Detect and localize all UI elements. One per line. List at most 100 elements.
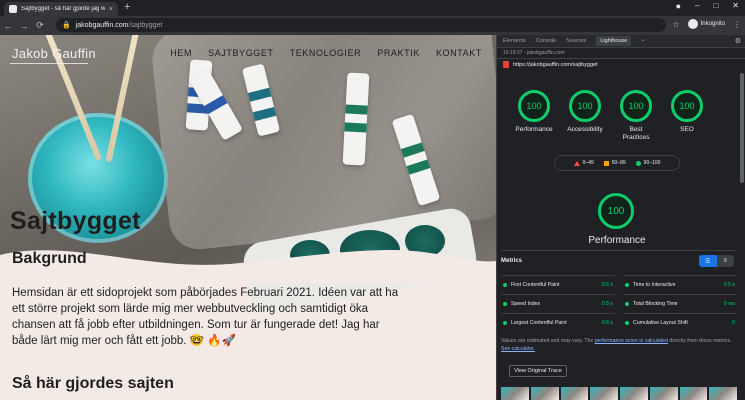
website-viewport: Jakob Gauffin HEM SAJTBYGGET TEKNOLOGIER… — [0, 35, 496, 400]
profile-icon[interactable]: ● — [676, 1, 681, 11]
address-bar[interactable]: 🔒 jakobgauffin.com/sajtbygget — [56, 18, 666, 32]
incognito-badge[interactable]: Inkognito — [687, 19, 725, 29]
score-seo[interactable]: 100 SEO — [668, 90, 706, 142]
legend-fail-label: 0–49 — [582, 160, 594, 166]
legend-pass-label: 90–100 — [643, 160, 661, 166]
score-gauge: 100 — [671, 90, 703, 122]
menu-item-sajtbygget[interactable]: SAJTBYGGET — [208, 48, 274, 58]
legend-average-label: 50–89 — [611, 160, 626, 166]
metric-value: 0.5 s — [723, 282, 735, 288]
more-tabs-icon[interactable]: » — [641, 38, 644, 44]
bookmark-star-icon[interactable]: ☆ — [672, 20, 679, 29]
tab-title: Sajtbygget - så här gjorde jag w — [21, 6, 105, 12]
score-label: Best Practices — [622, 126, 650, 141]
metric-value: 0 ms — [723, 301, 735, 307]
browser-toolbar: ← → ⟳ 🔒 jakobgauffin.com/sajtbygget ☆ In… — [0, 16, 745, 35]
pass-dot-icon — [625, 302, 629, 306]
minimize-button[interactable]: – — [695, 1, 699, 11]
lighthouse-url-row: https://jakobgauffin.com/sajtbygget — [497, 59, 745, 70]
pass-dot-icon — [503, 321, 507, 325]
devtools-settings-icon[interactable]: ⚙ — [735, 37, 741, 45]
metric-cls: Cumulative Layout Shift 0 — [623, 313, 737, 332]
score-performance[interactable]: 100 Performance — [515, 90, 553, 142]
site-logo[interactable]: Jakob Gauffin — [12, 46, 96, 61]
list-view-icon[interactable]: ☰ — [699, 255, 717, 267]
tab-console[interactable]: Console — [536, 38, 556, 44]
lighthouse-icon — [503, 61, 509, 68]
score-gauges: 100 Performance 100 Accessibility 100 Be… — [515, 90, 706, 142]
metric-value: 0 — [732, 320, 735, 326]
metric-value: 0.6 s — [601, 320, 613, 326]
filmstrip-frame — [501, 387, 529, 400]
filmstrip-frame — [590, 387, 618, 400]
filmstrip — [501, 387, 737, 400]
forward-button[interactable]: → — [16, 21, 32, 31]
score-gauge: 100 — [518, 90, 550, 122]
devtools-panel: Elements Console Sources Lighthouse » ⚙ … — [496, 35, 745, 400]
close-window-button[interactable]: ✕ — [732, 1, 739, 11]
score-gauge: 100 — [620, 90, 652, 122]
metric-name: Largest Contentful Paint — [511, 320, 567, 326]
metric-tti: Time to Interactive 0.5 s — [623, 275, 737, 294]
metric-name: First Contentful Paint — [511, 282, 560, 288]
score-legend: 0–49 50–89 90–100 — [554, 155, 680, 171]
devtools-tabs: Elements Console Sources Lighthouse » ⚙ — [497, 35, 745, 48]
metric-value: 0.5 s — [601, 282, 613, 288]
menu-item-kontakt[interactable]: KONTAKT — [436, 48, 482, 58]
lock-icon[interactable]: 🔒 — [62, 21, 71, 29]
window-controls: ● – □ ✕ — [676, 1, 739, 11]
tab-elements[interactable]: Elements — [503, 38, 526, 44]
filmstrip-frame — [620, 387, 648, 400]
new-tab-button[interactable]: + — [124, 1, 130, 13]
site-menu: HEM SAJTBYGGET TEKNOLOGIER PRAKTIK KONTA… — [170, 48, 482, 58]
menu-item-teknologier[interactable]: TEKNOLOGIER — [290, 48, 362, 58]
legend-fail: 0–49 — [573, 160, 594, 166]
score-best-practices[interactable]: 100 Best Practices — [617, 90, 655, 142]
tab-sources[interactable]: Sources — [566, 38, 586, 44]
filmstrip-frame — [679, 387, 708, 400]
score-accessibility[interactable]: 100 Accessibility — [566, 90, 604, 142]
site-navbar: Jakob Gauffin HEM SAJTBYGGET TEKNOLOGIER… — [0, 43, 496, 65]
report-selector[interactable]: 19:19:37 - jakobgauffin.com — [503, 50, 565, 56]
url-host: jakobgauffin.com — [75, 21, 129, 29]
tab-favicon-icon — [9, 5, 17, 13]
reload-button[interactable]: ⟳ — [32, 20, 48, 31]
performance-gauge: 100 — [598, 193, 634, 229]
section-heading-bakgrund: Bakgrund — [12, 250, 87, 267]
triangle-icon — [573, 160, 580, 166]
url-text: jakobgauffin.com/sajtbygget — [76, 22, 163, 29]
note-mid: directly from these metrics. — [667, 338, 732, 344]
score-label: SEO — [680, 126, 694, 133]
legend-average: 50–89 — [603, 160, 626, 166]
calculator-link[interactable]: See calculator. — [501, 346, 535, 352]
view-original-trace-button[interactable]: View Original Trace — [509, 365, 567, 377]
devtools-scrollbar[interactable] — [740, 73, 744, 183]
back-button[interactable]: ← — [0, 21, 16, 31]
score-calculation-link[interactable]: performance score is calculated — [595, 338, 668, 344]
tab-close-icon[interactable]: × — [109, 6, 113, 13]
metrics-note: Values are estimated and may vary. The p… — [501, 337, 737, 353]
metric-name: Speed Index — [511, 301, 541, 307]
metric-lcp: Largest Contentful Paint 0.6 s — [501, 313, 615, 332]
url-path: /sajtbygget — [128, 21, 163, 29]
tab-lighthouse[interactable]: Lighthouse — [596, 36, 632, 46]
metric-name: Total Blocking Time — [633, 301, 678, 307]
toolbar-right: ☆ Inkognito ⋮ — [672, 19, 741, 29]
circle-icon — [635, 160, 641, 166]
divider — [501, 250, 737, 251]
section-heading-how-built: Så här gjordes sajten — [12, 375, 174, 392]
filmstrip-frame — [649, 387, 678, 400]
metric-name: Cumulative Layout Shift — [633, 320, 688, 326]
metrics-view-toggle[interactable]: ☰ ≡ — [699, 255, 734, 267]
filmstrip-frame — [530, 387, 559, 400]
logo-underline — [10, 63, 88, 64]
filmstrip-frame — [709, 387, 737, 400]
browser-menu-icon[interactable]: ⋮ — [733, 20, 741, 29]
browser-tab[interactable]: Sajtbygget - så här gjorde jag w × — [4, 2, 118, 16]
expanded-view-icon[interactable]: ≡ — [717, 255, 735, 267]
menu-item-hem[interactable]: HEM — [170, 48, 192, 58]
menu-item-praktik[interactable]: PRAKTIK — [377, 48, 420, 58]
incognito-icon — [687, 19, 698, 29]
maximize-button[interactable]: □ — [713, 1, 718, 11]
square-icon — [603, 160, 609, 166]
